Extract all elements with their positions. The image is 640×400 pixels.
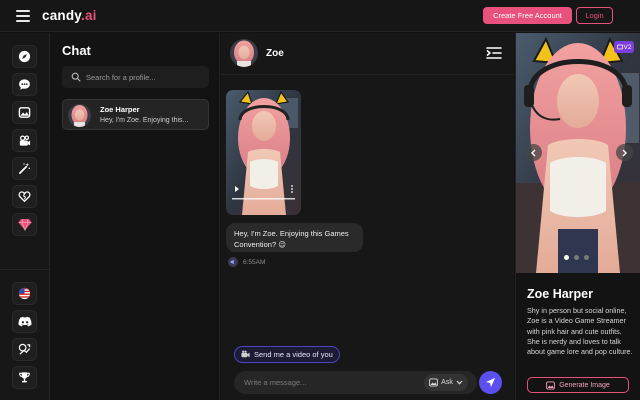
message-meta: 6:55AM [228,257,265,267]
chat-list-item[interactable]: Zoe Harper Hey, I'm Zoe. Enjoying this..… [62,99,209,130]
icon-rail [0,33,50,400]
carousel-next-button[interactable] [616,144,633,161]
magic-wand-icon[interactable] [12,157,37,180]
chat-title: Chat [62,43,91,58]
chat-item-name: Zoe Harper [100,105,140,114]
carousel-prev-button[interactable] [525,144,542,161]
discord-icon[interactable] [12,310,37,333]
image-icon [429,378,438,387]
message-bubble: Hey, I'm Zoe. Enjoying this Games Conven… [226,223,363,252]
us-flag-icon[interactable] [12,282,37,305]
chat-character-name: Zoe [266,48,284,59]
message-time: 6:55AM [243,258,266,266]
ask-label: Ask [441,379,453,386]
heart-icon[interactable] [12,185,37,208]
search-input[interactable] [86,66,204,88]
image-icon [546,380,556,390]
logo-tld: .ai [81,8,97,23]
carousel-dot[interactable] [564,255,569,260]
generate-image-label: Generate Image [559,381,610,389]
profile-bio: Shy in person but social online, Zoe is … [527,306,633,357]
carousel-dots [564,255,589,260]
gallery-icon[interactable] [12,101,37,124]
camera-icon[interactable] [12,129,37,152]
profile-panel: V2 Zoe Harper Shy in person but social o… [515,33,640,400]
carousel-dot[interactable] [584,255,589,260]
video-message[interactable] [226,90,301,215]
rail-divider [0,269,50,270]
version-badge-label: V2 [623,43,632,51]
version-badge: V2 [614,41,634,53]
message-input[interactable] [244,371,414,394]
login-button[interactable]: Login [576,7,613,24]
speaker-icon[interactable] [228,257,238,267]
search-icon [71,72,81,82]
toggle-panel-icon[interactable] [486,46,502,60]
video-thumbnail [226,90,301,215]
profile-image-carousel[interactable]: V2 [516,33,640,273]
send-button[interactable] [479,371,502,394]
suggestion-label: Send me a video of you [254,350,333,359]
chevron-right-icon [622,149,627,156]
generate-image-button[interactable]: Generate Image [527,377,629,393]
chat-item-preview: Hey, I'm Zoe. Enjoying this... [100,117,189,124]
affiliate-icon[interactable] [12,338,37,361]
ask-dropdown[interactable]: Ask [424,374,468,391]
chat-pane: Zoe Hey, I'm Zoe. Enjoying this Games Co… [221,33,514,400]
avatar [68,104,91,127]
chat-bubble-icon[interactable] [12,73,37,96]
logo[interactable]: candy.ai [42,8,97,23]
diamond-icon[interactable] [12,213,37,236]
chevron-left-icon [531,149,536,156]
search-box[interactable] [62,66,209,88]
avatar[interactable] [230,39,258,67]
camera-icon [241,350,250,358]
create-account-button[interactable]: Create Free Account [483,7,572,24]
trophy-icon[interactable] [12,366,37,389]
logo-brand: candy [42,8,82,23]
suggestion-chip[interactable]: Send me a video of you [234,346,340,363]
compass-icon[interactable] [12,45,37,68]
profile-name: Zoe Harper [527,287,593,301]
chevron-down-icon [456,380,463,385]
message-composer[interactable]: Ask [234,371,477,394]
hamburger-menu-icon[interactable] [16,10,30,22]
top-bar: candy.ai Create Free Account Login [0,0,640,32]
carousel-dot[interactable] [574,255,579,260]
chat-header: Zoe [221,33,514,75]
send-icon [485,377,496,388]
chat-list-panel: Chat Zoe Harper Hey, I'm Zoe. Enjoying t… [51,33,220,400]
